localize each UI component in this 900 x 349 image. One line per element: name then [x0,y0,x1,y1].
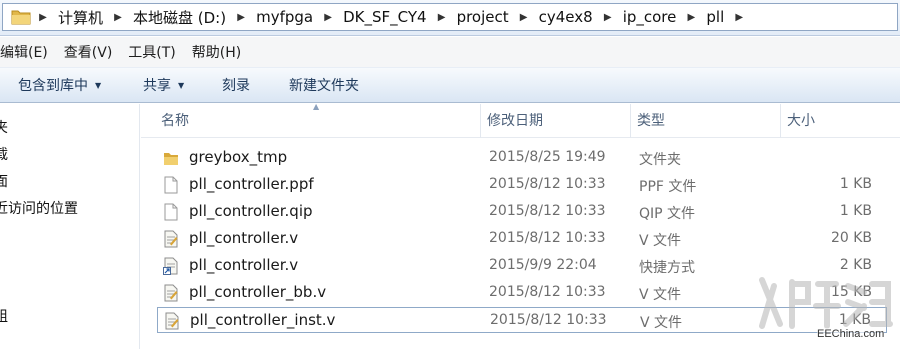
menu-help[interactable]: 帮助(H) [184,42,249,62]
column-header-size[interactable]: 大小 [781,104,881,138]
text-file-icon [164,284,178,302]
file-name: pll_controller.v [189,229,299,247]
blank-file-icon [164,203,178,221]
nav-item-favorites[interactable]: 夹 [0,117,8,137]
file-date: 2015/8/12 10:33 [489,203,606,219]
file-date: 2015/8/12 10:33 [489,284,606,300]
address-bar: ▶ 计算机 ▶ 本地磁盘 (D:) ▶ myfpga ▶ DK_SF_CY4 ▶… [0,0,900,36]
file-name: pll_controller.qip [189,202,313,220]
share-button[interactable]: 共享 ▼ [143,75,184,95]
include-in-library-button[interactable]: 包含到库中 ▼ [18,75,101,95]
shortcut-file-icon [163,257,178,275]
file-size: 1 KB [839,176,872,192]
chevron-right-icon[interactable]: ▶ [110,12,126,23]
file-row[interactable]: pll_controller.qip 2015/8/12 10:33 QIP 文… [157,199,887,225]
file-name: greybox_tmp [189,148,288,166]
breadcrumb: ▶ 计算机 ▶ 本地磁盘 (D:) ▶ myfpga ▶ DK_SF_CY4 ▶… [35,4,747,30]
breadcrumb-cy4ex8[interactable]: cy4ex8 [532,8,600,26]
blank-file-icon [164,176,178,194]
burn-button[interactable]: 刻录 [222,75,250,95]
dropdown-arrow-icon: ▼ [178,80,185,90]
breadcrumb-project[interactable]: project [450,8,516,26]
chevron-right-icon[interactable]: ▶ [731,12,747,23]
breadcrumb-dk-sf-cy4[interactable]: DK_SF_CY4 [336,8,433,26]
chevron-right-icon[interactable]: ▶ [35,12,51,23]
include-in-library-label: 包含到库中 [18,78,88,94]
breadcrumb-pll[interactable]: pll [699,8,731,26]
nav-item-desktop[interactable]: 面 [0,171,8,191]
file-type: V 文件 [640,315,683,331]
chevron-right-icon[interactable]: ▶ [683,12,699,23]
menu-tools[interactable]: 工具(T) [120,42,183,62]
file-type: V 文件 [639,233,682,249]
nav-item-downloads[interactable]: 载 [0,144,8,164]
folder-icon [11,10,31,25]
address-field[interactable]: ▶ 计算机 ▶ 本地磁盘 (D:) ▶ myfpga ▶ DK_SF_CY4 ▶… [2,3,898,31]
dropdown-arrow-icon: ▼ [95,80,102,90]
file-date: 2015/8/25 19:49 [489,149,606,165]
file-type: 快捷方式 [639,260,695,276]
file-size: 1 KB [839,203,872,219]
file-name: pll_controller.v [189,256,299,274]
menu-view[interactable]: 查看(V) [56,42,121,62]
file-size: 2 KB [839,257,872,273]
file-name: pll_controller_inst.v [190,311,336,329]
chevron-right-icon[interactable]: ▶ [600,12,616,23]
column-header-name[interactable]: 名称 [155,104,481,138]
chevron-right-icon[interactable]: ▶ [434,12,450,23]
file-size: 20 KB [830,230,872,246]
file-type: 文件夹 [639,152,681,168]
breadcrumb-ip-core[interactable]: ip_core [616,8,684,26]
file-date: 2015/8/12 10:33 [490,312,607,328]
command-bar: 包含到库中 ▼ 共享 ▼ 刻录 新建文件夹 [0,67,900,103]
share-label: 共享 [143,78,171,94]
chevron-right-icon[interactable]: ▶ [516,12,532,23]
file-type: QIP 文件 [639,206,696,222]
breadcrumb-drive-d[interactable]: 本地磁盘 (D:) [126,7,233,28]
file-date: 2015/9/9 22:04 [489,257,597,273]
file-row[interactable]: greybox_tmp 2015/8/25 19:49 文件夹 [157,145,887,171]
text-file-icon [165,312,179,330]
breadcrumb-computer[interactable]: 计算机 [51,7,110,28]
folder-icon [164,153,178,165]
file-name: pll_controller.ppf [189,175,314,193]
menu-edit[interactable]: 编辑(E) [0,42,56,62]
file-name: pll_controller_bb.v [189,283,327,301]
file-type: PPF 文件 [639,179,697,195]
chevron-right-icon[interactable]: ▶ [320,12,336,23]
file-row[interactable]: pll_controller.v 2015/8/12 10:33 V 文件 20… [157,226,887,252]
navigation-pane: 夹 载 面 近访问的位置 组 [0,104,140,349]
column-header-date[interactable]: 修改日期 [481,104,631,138]
nav-item-homegroup[interactable]: 组 [0,306,8,326]
text-file-icon [164,230,178,248]
watermark-site: EEChina.com [817,328,885,340]
breadcrumb-myfpga[interactable]: myfpga [249,8,320,26]
chevron-right-icon[interactable]: ▶ [233,12,249,23]
file-date: 2015/8/12 10:33 [489,230,606,246]
column-header-row: ▲ 名称 修改日期 类型 大小 [141,102,900,138]
file-type: V 文件 [639,287,682,303]
column-header-type[interactable]: 类型 [631,104,781,138]
file-date: 2015/8/12 10:33 [489,176,606,192]
new-folder-button[interactable]: 新建文件夹 [289,75,359,95]
menu-bar: 编辑(E) 查看(V) 工具(T) 帮助(H) [0,37,900,67]
nav-item-recent-places[interactable]: 近访问的位置 [0,198,78,218]
file-row[interactable]: pll_controller.ppf 2015/8/12 10:33 PPF 文… [157,172,887,198]
